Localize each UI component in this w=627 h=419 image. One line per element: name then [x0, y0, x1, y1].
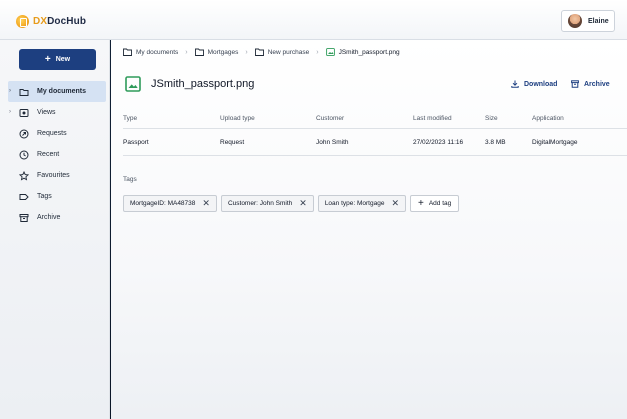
table-row: Passport Request John Smith 27/02/2023 1… — [123, 129, 627, 156]
sidebar-item-label: Views — [37, 109, 56, 116]
tag-chip: Customer: John Smith ✕ — [220, 195, 314, 212]
table-cell: 27/02/2023 11:16 — [413, 138, 464, 146]
table-cell: Request — [220, 138, 245, 146]
breadcrumb-item[interactable]: My documents — [123, 48, 178, 56]
add-tag-label: Add tag — [428, 200, 452, 207]
download-button[interactable]: Download — [511, 80, 557, 88]
breadcrumb-current: JSmith_passport.png — [325, 48, 400, 56]
table-cell: Passport — [123, 138, 149, 146]
archive-icon — [571, 80, 579, 88]
column-header: Application — [532, 114, 564, 122]
tag-label: Loan type: Mortgage — [324, 200, 385, 207]
tag-chip: MortgageID: MA48738 ✕ — [123, 195, 217, 212]
avatar — [568, 14, 582, 28]
tag-icon — [19, 192, 29, 202]
star-icon — [19, 170, 29, 181]
close-icon[interactable]: ✕ — [391, 199, 399, 208]
download-icon — [511, 80, 519, 88]
file-details-table: Type Upload type Customer Last modified … — [123, 108, 627, 156]
column-header: Size — [485, 114, 498, 122]
table-cell: DigitalMortgage — [532, 138, 578, 146]
tags-heading: Tags — [123, 176, 137, 183]
file-name: JSmith_passport.png — [151, 78, 255, 90]
column-header: Last modified — [413, 114, 452, 122]
sidebar-nav: › My documents › Views Requests Recent F… — [0, 81, 110, 228]
table-cell: 3.8 MB — [485, 138, 506, 146]
sidebar-item-archive[interactable]: Archive — [0, 207, 110, 228]
sidebar-item-label: Requests — [37, 130, 67, 137]
clock-icon — [19, 150, 29, 160]
folder-icon — [194, 48, 204, 56]
add-tag-button[interactable]: + Add tag — [409, 195, 460, 212]
sidebar-item-my-documents[interactable]: › My documents — [8, 81, 106, 102]
sidebar-item-tags[interactable]: Tags — [0, 186, 110, 207]
image-file-icon — [125, 76, 141, 92]
breadcrumb-item[interactable]: Mortgages — [194, 48, 238, 56]
plus-icon: + — [417, 197, 424, 209]
chevron-right-icon: › — [316, 48, 319, 56]
main-panel: My documents › Mortgages › New purchase … — [111, 40, 627, 419]
new-button[interactable]: + New — [19, 49, 96, 70]
tag-label: MortgageID: MA48738 — [130, 200, 196, 207]
folder-icon — [254, 48, 264, 56]
dochub-logo-icon — [16, 14, 29, 28]
new-button-label: New — [55, 56, 71, 63]
folder-icon — [123, 48, 132, 56]
column-header: Customer — [316, 114, 345, 122]
app-logo[interactable]: DXDocHub — [16, 12, 86, 30]
breadcrumb-item[interactable]: New purchase — [254, 48, 309, 56]
tag-label: Customer: John Smith — [227, 200, 293, 207]
views-icon — [19, 108, 29, 118]
plus-icon: + — [44, 53, 51, 65]
sidebar-item-requests[interactable]: Requests — [0, 123, 110, 144]
user-menu-button[interactable]: Elaine — [561, 10, 615, 32]
close-icon[interactable]: ✕ — [202, 199, 210, 208]
top-bar: DXDocHub Elaine — [0, 0, 627, 40]
sidebar-item-label: Tags — [37, 193, 52, 200]
image-file-icon — [325, 48, 335, 56]
sidebar-item-label: Favourites — [37, 172, 70, 179]
archive-button[interactable]: Archive — [571, 80, 610, 88]
user-name: Elaine — [588, 17, 609, 25]
archive-icon — [19, 213, 29, 223]
sidebar: + New › My documents › Views Requests Re… — [0, 40, 110, 419]
chevron-right-icon: › — [185, 48, 188, 56]
table-cell: John Smith — [316, 138, 349, 146]
column-header: Upload type — [220, 114, 255, 122]
file-header: JSmith_passport.png — [125, 76, 254, 92]
sidebar-item-views[interactable]: › Views — [0, 102, 110, 123]
folder-icon — [19, 87, 29, 97]
sidebar-item-recent[interactable]: Recent — [0, 144, 110, 165]
chevron-right-icon: › — [245, 48, 248, 56]
sidebar-item-label: Recent — [37, 151, 60, 158]
close-icon[interactable]: ✕ — [299, 199, 307, 208]
sidebar-item-favourites[interactable]: Favourites — [0, 165, 110, 186]
tag-chip: Loan type: Mortgage ✕ — [317, 195, 406, 212]
table-header: Type Upload type Customer Last modified … — [123, 108, 627, 129]
sidebar-item-label: My documents — [37, 88, 87, 95]
column-header: Type — [123, 114, 138, 122]
breadcrumb: My documents › Mortgages › New purchase … — [123, 44, 400, 60]
tag-list: MortgageID: MA48738 ✕ Customer: John Smi… — [123, 195, 460, 212]
app-name: DXDocHub — [33, 15, 87, 27]
sidebar-item-label: Archive — [37, 214, 61, 221]
requests-icon — [19, 129, 29, 139]
chevron-right-icon[interactable]: › — [9, 88, 11, 94]
chevron-right-icon[interactable]: › — [9, 109, 11, 115]
